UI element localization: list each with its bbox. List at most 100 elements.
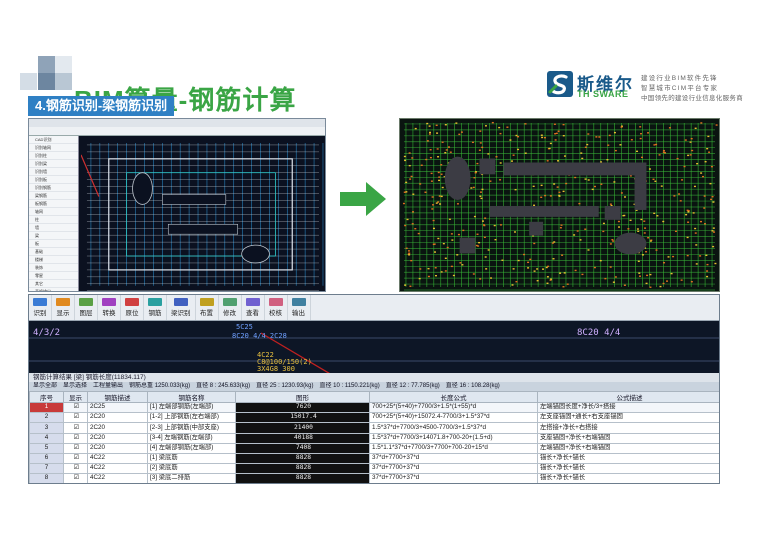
column-header[interactable]: 显示 (63, 391, 88, 403)
rebar-figure: 8828 (235, 452, 370, 465)
span-label-right: 8C20 4/4 (577, 328, 621, 338)
ribbon-button[interactable]: 显示 (52, 295, 75, 320)
span-label-left: 4/3/2 (33, 328, 61, 338)
table-title: 钢筋计算结果 [梁] 钢筋长度(11834.117) (29, 373, 719, 382)
rebar-desc: 2C20 (87, 442, 148, 454)
sidebar-item[interactable]: 楼梯 (29, 256, 78, 264)
output-icon (291, 298, 306, 306)
formula-desc: 左支座锚固+通长+右支座锚固 (537, 412, 719, 424)
sidebar-item[interactable]: 梁 (29, 232, 78, 240)
rebar-desc: 4C22 (87, 463, 148, 475)
formula-desc: 左端锚固长度+净长/3+搭接 (537, 401, 719, 414)
section-label: 4.钢筋识别-梁钢筋识别 (28, 96, 175, 116)
table-row[interactable]: 4 ☑ 2C20 [3-4] 左端钢筋(左端部) 40188 1.5*37*d+7700/… (29, 432, 719, 444)
sidebar-item[interactable]: CAD识别 (29, 136, 78, 144)
show-checkbox[interactable]: ☑ (63, 473, 88, 483)
show-checkbox[interactable]: ☑ (63, 412, 88, 424)
sidebar-item[interactable]: 柱 (29, 216, 78, 224)
ribbon-button[interactable]: 查看 (242, 295, 265, 320)
check-icon (268, 298, 283, 306)
table-row[interactable]: 2 ☑ 2C20 [1-2] 上部钢筋(左右端部) 15017.4 700+25*(5+4… (29, 412, 719, 424)
company-logo: 斯维尔 TH SWARE 建设行业BIM软件先锋 智慧城市CIM平台专家 中国领… (546, 70, 746, 102)
formula-desc: 锚长+净长+锚长 (537, 473, 719, 483)
ribbon-button[interactable]: 钢筋 (144, 295, 167, 320)
table-tab[interactable]: 直径 8 : 245.633(kg) (196, 382, 250, 391)
table-tab[interactable]: 直径 25 : 1230.93(kg) (256, 382, 313, 391)
sidebar-item[interactable]: 识别梁 (29, 160, 78, 168)
table-row[interactable]: 5 ☑ 2C20 [4] 左端部钢筋(左端部) 7408 1.5*1.1*37*d+770… (29, 442, 719, 454)
length-formula: 700+25*(5+40)+15072.4-7700/3+1.5*37*d (369, 412, 538, 424)
rebar-desc: 2C20 (87, 432, 148, 444)
formula-desc: 左端锚固+净长+右端锚固 (537, 442, 719, 454)
table-row[interactable]: 3 ☑ 2C20 [2-3] 上部钢筋(中部支座) 21400 1.5*37*d+7700… (29, 422, 719, 434)
table-tab[interactable]: 钢筋总重 1250.033(kg) (129, 382, 190, 391)
table-tab[interactable]: 显示全部 (33, 382, 57, 391)
table-tab[interactable]: 显示选择 (63, 382, 87, 391)
column-header[interactable]: 序号 (29, 391, 64, 403)
menu-bar (29, 119, 325, 127)
table-row[interactable]: 1 ☑ 2C25 [1] 左端部钢筋(左端部) 7620 700+25*(5+40)+77… (29, 401, 719, 414)
show-checkbox[interactable]: ☑ (63, 452, 88, 465)
sidebar-item[interactable]: 墙 (29, 224, 78, 232)
table-row[interactable]: 6 ☑ 4C22 [1] 梁底筋 8828 37*d+7700+37*d 锚长+净长+锚长 (29, 452, 719, 465)
sidebar-item[interactable]: 装饰 (29, 264, 78, 272)
sidebar-item[interactable]: 板 (29, 240, 78, 248)
decor-square (38, 56, 55, 73)
column-header[interactable]: 公式描述 (537, 391, 719, 403)
ribbon-button[interactable]: 输出 (288, 295, 311, 320)
recognize-icon (33, 298, 47, 306)
rebar-icon (148, 298, 162, 306)
column-header[interactable]: 长度公式 (369, 391, 538, 403)
rebar-name: [2-3] 上部钢筋(中部支座) (147, 422, 236, 434)
formula-desc: 左搭接+净长+右搭接 (537, 422, 719, 434)
sidebar-item[interactable]: 识别板 (29, 176, 78, 184)
ribbon-button[interactable]: 识别 (29, 295, 52, 320)
table-row[interactable]: 8 ☑ 4C22 [3] 梁底二排筋 8828 37*d+7700+37*d 锚长+净长+锚… (29, 473, 719, 483)
ribbon-button[interactable]: 校核 (265, 295, 288, 320)
column-header[interactable]: 钢筋名称 (147, 391, 236, 403)
table-tab[interactable]: 直径 16 : 108.28(kg) (446, 382, 500, 391)
rebar-figure: 7620 (235, 401, 370, 414)
sidebar-item[interactable]: 基础 (29, 248, 78, 256)
ribbon-button[interactable]: 修改 (219, 295, 242, 320)
show-checkbox[interactable]: ☑ (63, 422, 88, 434)
ribbon-button[interactable]: 图层 (75, 295, 98, 320)
ribbon-button[interactable]: 梁识别 (167, 295, 196, 320)
sidebar-item[interactable]: 梁钢筋 (29, 192, 78, 200)
table-row[interactable]: 7 ☑ 4C22 [2] 梁底筋 8828 37*d+7700+37*d 锚长+净长+锚长 (29, 463, 719, 475)
column-header[interactable]: 钢筋描述 (87, 391, 148, 403)
sidebar-item[interactable]: 其它 (29, 280, 78, 288)
rebar-note-mid: 8C20 4/4 2C28 (232, 332, 287, 340)
show-checkbox[interactable]: ☑ (63, 463, 88, 475)
length-formula: 1.5*37*d+7700/3+4500-7700/3+1.5*37*d (369, 422, 538, 434)
ribbon-button-label: 原位 (125, 310, 139, 317)
stirrup-note: 3X4G8 300 (257, 365, 295, 373)
sidebar-item[interactable]: 轴网 (29, 208, 78, 216)
formula-desc: 支座锚固+净长+右端锚固 (537, 432, 719, 444)
table-tabs: 显示全部 显示选择 工程量输出 钢筋总重 1250.033(kg) 直径 8 : 245… (29, 382, 719, 391)
ribbon-button[interactable]: 转换 (98, 295, 121, 320)
rebar-figure: 8828 (235, 463, 370, 475)
row-number: 2 (29, 412, 64, 424)
ribbon-button[interactable]: 布置 (196, 295, 219, 320)
sidebar-item[interactable]: 识别柱 (29, 152, 78, 160)
rebar-figure: 7408 (235, 442, 370, 454)
show-checkbox[interactable]: ☑ (63, 401, 88, 414)
column-header[interactable]: 图形 (235, 391, 370, 403)
sidebar-item[interactable]: 识别钢筋 (29, 184, 78, 192)
logo-tagline: 中国领先的建设行业信息化服务商 (641, 95, 743, 102)
table-tab[interactable]: 直径 12 : 77.785(kg) (386, 382, 440, 391)
table-tab[interactable]: 直径 10 : 1150.221(kg) (319, 382, 379, 391)
sidebar-item[interactable]: 识别轴网 (29, 144, 78, 152)
row-number: 7 (29, 463, 64, 475)
sidebar-item[interactable]: 识别墙 (29, 168, 78, 176)
sidebar-item[interactable]: 表格输出 (29, 288, 78, 291)
sidebar-item[interactable]: 板钢筋 (29, 200, 78, 208)
show-checkbox[interactable]: ☑ (63, 442, 88, 454)
cad-screenshot-before: CAD识别 识别轴网 识别柱 识别梁 识别墙 识别板 识别钢筋 梁钢筋 板钢筋 轴网柱墙梁板基础楼… (28, 118, 326, 292)
sidebar-item[interactable]: 零星 (29, 272, 78, 280)
right-arrow-icon (340, 182, 386, 216)
table-tab[interactable]: 工程量输出 (93, 382, 123, 391)
ribbon-button[interactable]: 原位 (121, 295, 144, 320)
show-checkbox[interactable]: ☑ (63, 432, 88, 444)
